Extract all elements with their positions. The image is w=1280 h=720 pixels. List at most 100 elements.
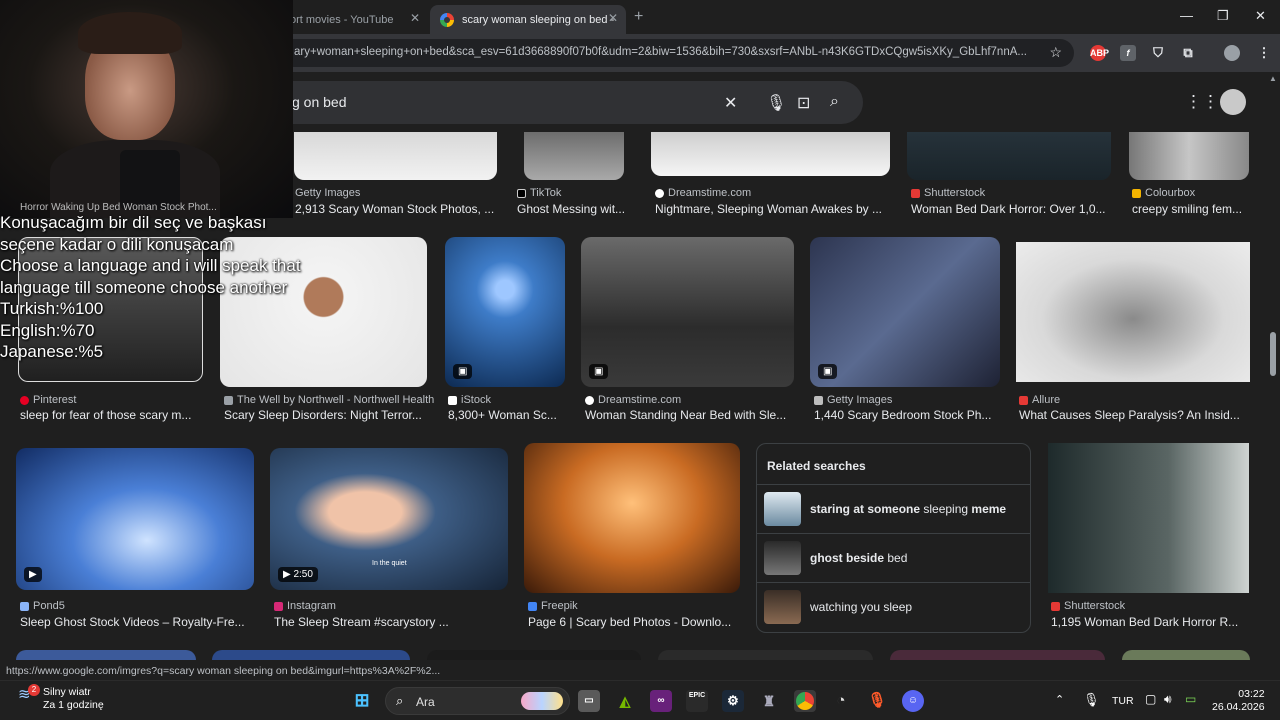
result-title[interactable]: 1,195 Woman Bed Dark Horror R... [1051, 615, 1251, 629]
search-box[interactable]: g on bed ✕ 🎙︎ ⊡ ⌕ [270, 81, 863, 124]
window-close-icon[interactable]: ✕ [1255, 8, 1266, 24]
result-title[interactable]: Page 6 | Scary bed Photos - Downlo... [528, 615, 738, 629]
task-view-icon[interactable]: ▭ [578, 690, 600, 712]
image-result[interactable] [212, 650, 410, 660]
steam-icon[interactable]: ⚙ [722, 690, 744, 712]
image-icon: ▣ [453, 364, 473, 379]
image-result[interactable]: ▣ [581, 237, 794, 387]
result-title[interactable]: What Causes Sleep Paralysis? An Insid... [1019, 408, 1249, 422]
caption-line: seçene kadar o dili konuşacam [0, 234, 234, 254]
related-search-item[interactable]: ghost beside bed [757, 533, 1030, 582]
profile-avatar[interactable] [1224, 45, 1240, 61]
chrome-icon[interactable] [794, 690, 816, 712]
tab-youtube[interactable]: ort movies - YouTube ✕ [280, 5, 428, 34]
related-search-item[interactable]: staring at someone sleeping meme [757, 484, 1030, 533]
visual-studio-icon[interactable]: ∞ [650, 690, 672, 712]
input-language[interactable]: TUR [1112, 695, 1134, 707]
menu-dots-icon[interactable]: ⋮ [1256, 45, 1272, 61]
related-searches-title: Related searches [767, 459, 866, 473]
bookmark-star-icon[interactable]: ☆ [1049, 44, 1062, 61]
lens-camera-icon[interactable]: ⊡ [797, 93, 810, 113]
caption-line: Konuşacağım bir dil seç ve başkası [0, 213, 267, 232]
image-result[interactable] [658, 650, 873, 660]
clock[interactable]: 03:22 26.04.2026 [1212, 688, 1265, 714]
result-title[interactable]: Ghost Messing wit... [517, 202, 632, 216]
image-result[interactable] [16, 650, 196, 660]
image-icon: ▣ [818, 364, 838, 379]
image-result[interactable] [907, 132, 1111, 180]
volume-icon[interactable]: 🔊︎ [1164, 692, 1172, 707]
result-source: Dreamstime.com [585, 394, 681, 406]
related-thumbnail [764, 590, 801, 624]
video-result[interactable]: ▶ 2:50 In the quiet [270, 448, 508, 590]
image-result[interactable] [427, 650, 641, 660]
result-title[interactable]: 1,440 Scary Bedroom Stock Ph... [814, 408, 1000, 422]
microphone-icon[interactable]: 🎙︎ [766, 93, 786, 113]
video-overlay-text: In the quiet [372, 560, 407, 567]
adblock-icon[interactable]: ABP [1090, 45, 1109, 61]
extension-f-icon[interactable]: f [1120, 45, 1136, 61]
result-title[interactable]: Woman Bed Dark Horror: Over 1,0... [911, 202, 1111, 216]
result-title[interactable]: 2,913 Scary Woman Stock Photos, ... [295, 202, 495, 216]
shield-icon[interactable]: ⛉ [1150, 45, 1166, 61]
result-title[interactable]: Woman Standing Near Bed with Sle... [585, 408, 795, 422]
scroll-up-icon[interactable]: ▲ [1269, 74, 1277, 83]
tab-youtube-label: ort movies - YouTube [290, 13, 394, 26]
result-source: iStock [448, 394, 491, 406]
result-title[interactable]: Sleep Ghost Stock Videos – Royalty-Fre..… [20, 615, 255, 629]
address-bar[interactable]: ary+woman+sleeping+on+bed&sca_esv=61d366… [280, 39, 1074, 67]
result-source: Shutterstock [1051, 600, 1125, 612]
app-icon[interactable]: ◔ [830, 690, 852, 712]
account-avatar[interactable] [1220, 89, 1246, 115]
result-title[interactable]: creepy smiling fem... [1132, 202, 1250, 216]
search-icon[interactable]: ⌕ [830, 93, 839, 111]
maximize-icon[interactable]: ❐ [1217, 8, 1229, 24]
result-title[interactable]: Nightmare, Sleeping Woman Awakes by ... [655, 202, 890, 216]
result-source: Allure [1019, 394, 1060, 406]
close-icon[interactable]: ✕ [410, 11, 420, 25]
image-result[interactable] [524, 132, 624, 180]
result-title[interactable]: 8,300+ Woman Sc... [448, 408, 566, 422]
image-result[interactable] [1016, 242, 1250, 382]
image-result[interactable]: ▣ [810, 237, 1000, 387]
network-icon[interactable]: ▢ [1145, 692, 1156, 706]
tab-google-images[interactable]: scary woman sleeping on bed - ✕ [430, 5, 626, 34]
result-title[interactable]: Scary Sleep Disorders: Night Terror... [224, 408, 429, 422]
image-result[interactable] [890, 650, 1105, 660]
app-icon[interactable]: ♜ [758, 690, 780, 712]
result-source: Colourbox [1132, 187, 1195, 199]
status-url: https://www.google.com/imgres?q=scary wo… [0, 663, 447, 681]
microphone-icon[interactable]: 🎙︎ [866, 690, 888, 712]
clear-icon[interactable]: ✕ [724, 93, 737, 113]
result-source: Pinterest [20, 394, 76, 406]
page-scrollbar[interactable] [1270, 332, 1276, 376]
tray-chevron-icon[interactable]: ⌃ [1055, 693, 1064, 706]
image-result[interactable] [1122, 650, 1250, 660]
result-title[interactable]: sleep for fear of those scary m... [20, 408, 205, 422]
result-title[interactable]: The Sleep Stream #scarystory ... [274, 615, 509, 629]
extensions-puzzle-icon[interactable]: ⧉ [1180, 45, 1196, 61]
tray-mic-icon[interactable]: 🎙︎ [1083, 692, 1100, 708]
taskbar-search[interactable]: ⌕ Ara [385, 687, 570, 715]
image-result[interactable] [294, 132, 497, 180]
minimize-icon[interactable]: — [1180, 8, 1193, 23]
image-result[interactable] [651, 132, 890, 176]
related-search-item[interactable]: watching you sleep [757, 582, 1030, 631]
image-result[interactable] [524, 443, 740, 593]
image-result[interactable]: ▣ [445, 237, 565, 387]
nvidia-icon[interactable]: ◭ [614, 690, 636, 712]
windows-start-icon[interactable]: ⊞ [351, 690, 373, 712]
epic-games-icon[interactable]: EPIC [686, 690, 708, 712]
video-result[interactable]: ▶ [16, 448, 254, 590]
webcam-overlay: Horror Waking Up Bed Woman Stock Phot... [0, 0, 293, 218]
close-icon[interactable]: ✕ [608, 11, 618, 25]
play-icon: ▶ [24, 567, 42, 582]
new-tab-icon[interactable]: + [634, 8, 643, 26]
image-result[interactable] [1048, 443, 1249, 593]
image-result[interactable] [1129, 132, 1249, 180]
discord-icon[interactable]: ☺ [902, 690, 924, 712]
battery-icon[interactable]: ▭ [1185, 692, 1196, 706]
weather-widget[interactable]: ≋ 2 Silny wiatr Za 1 godzinę [18, 684, 104, 712]
caption-line: Choose a language and i will speak that [0, 256, 301, 275]
search-input[interactable]: g on bed [292, 94, 347, 110]
